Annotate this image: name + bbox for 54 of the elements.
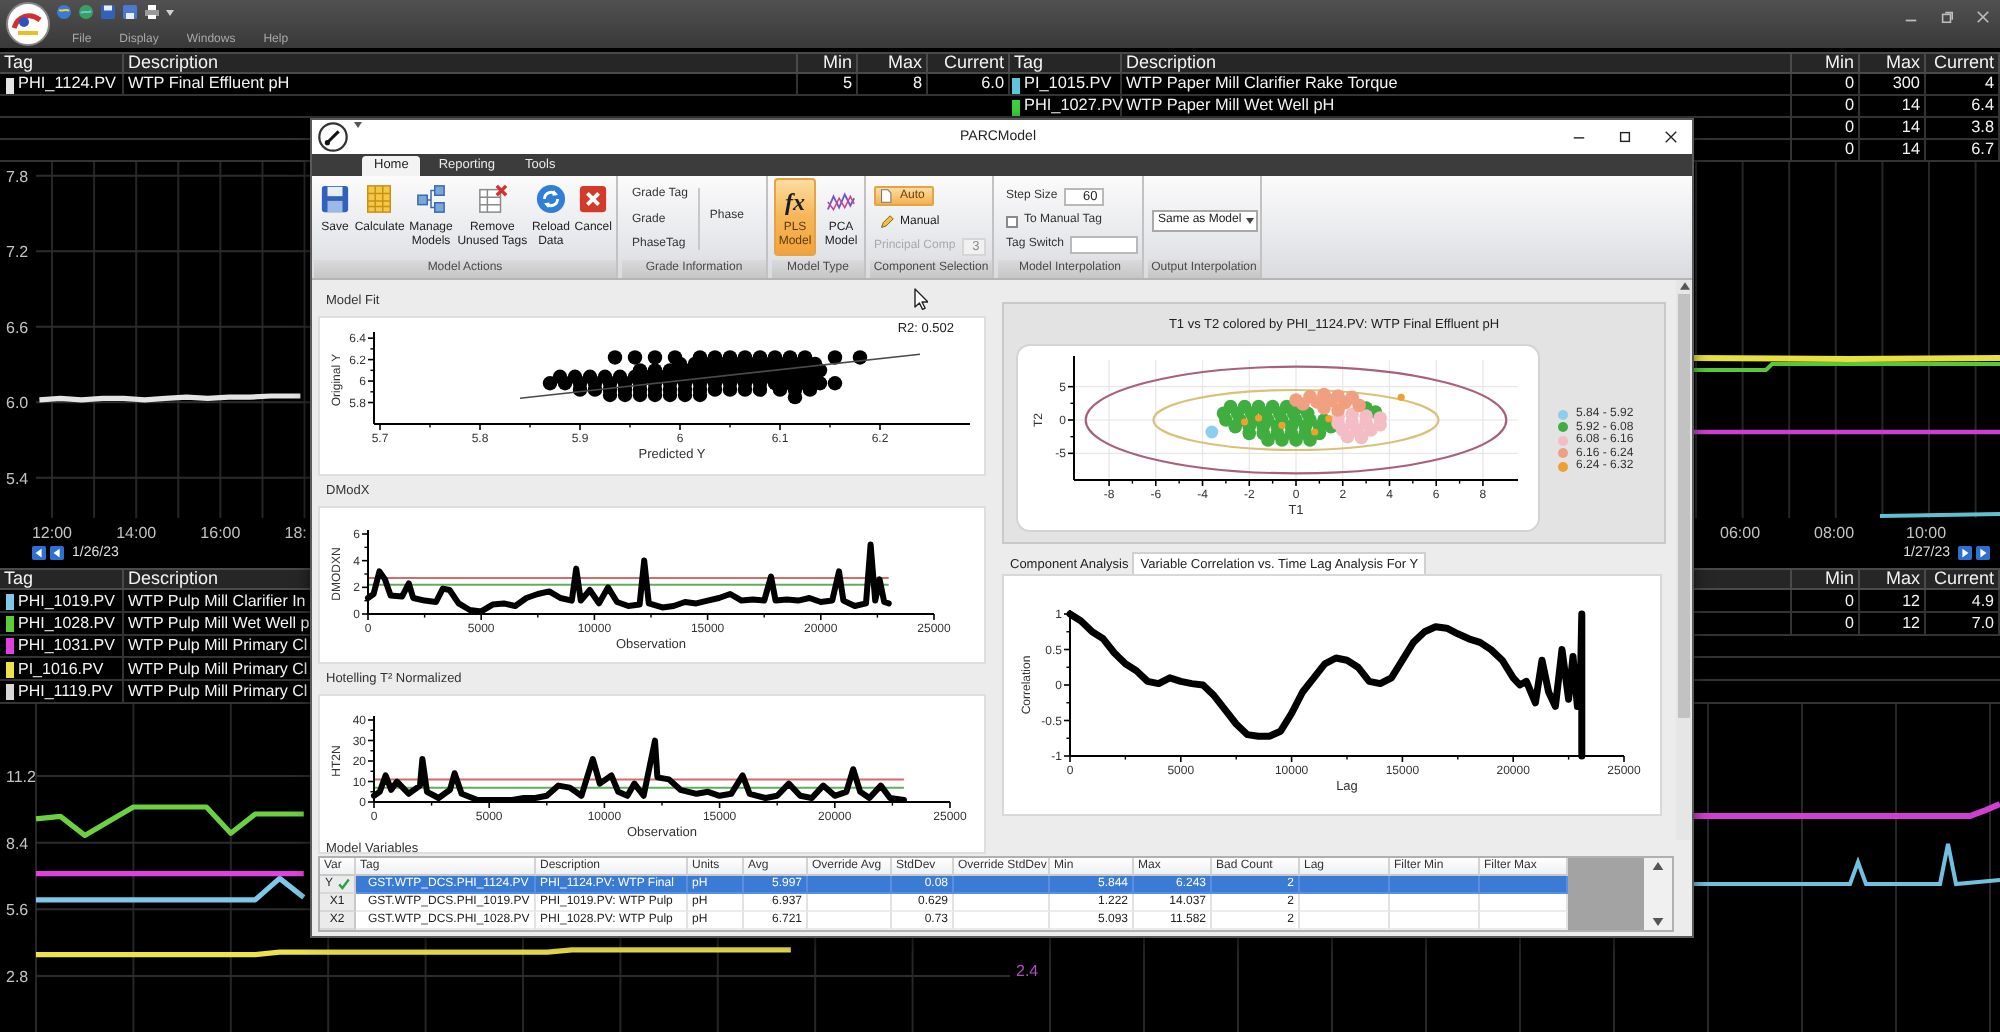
table-cell: PHI_1028.PV (18, 616, 115, 633)
table-cell: WTP Pulp Mill Wet Well p (128, 616, 310, 633)
tick-label: 2.8 (6, 968, 29, 986)
table-cell: 0 (1844, 142, 1854, 160)
table-cell: 300 (1892, 76, 1920, 94)
tick-label: 7.8 (6, 167, 29, 186)
table-cell: 6.4 (1971, 98, 1994, 116)
tick-label: 14:00 (116, 524, 157, 542)
table-cell: PI_1016.PV (18, 661, 104, 678)
table-cell: PHI_1031.PV (18, 638, 115, 655)
tick-label: 6.0 (6, 394, 29, 413)
tick-label: 12:00 (32, 524, 73, 542)
tick-label: 11.2 (6, 767, 36, 786)
table-cell: WTP Paper Mill Clarifier Rake Torque (1126, 76, 1398, 94)
table-cell: WTP Final Effluent pH (128, 76, 290, 94)
table-cell: PHI_1119.PV (18, 684, 113, 701)
table-cell: 0 (1844, 76, 1854, 94)
table-cell: 6.0 (981, 76, 1004, 94)
table-cell: 0 (1844, 98, 1854, 116)
table-cell: 3.8 (1971, 120, 1994, 138)
tick-label: 5.4 (6, 469, 29, 488)
tick-label: 16:00 (200, 524, 241, 542)
table-cell: 4 (1984, 76, 1994, 94)
table-cell: 4.9 (1971, 593, 1994, 610)
table-cell: WTP Pulp Mill Primary Cl (128, 661, 308, 678)
table-cell: 7.0 (1971, 616, 1994, 633)
table-cell: 0 (1844, 120, 1854, 138)
tick-label: 5.6 (6, 901, 29, 920)
table-cell: 8 (912, 76, 922, 94)
tick-label: 6.6 (6, 318, 29, 337)
tick-label: 8.4 (6, 834, 29, 853)
table-cell: 14 (1901, 142, 1920, 160)
table-cell: 14 (1901, 120, 1920, 138)
table-cell: PHI_1019.PV (18, 593, 115, 610)
tick-label: 7.2 (6, 243, 29, 262)
table-cell: WTP Paper Mill Wet Well pH (1126, 98, 1335, 116)
table-cell: PHI_1027.PV (1024, 98, 1124, 116)
table-cell: WTP Pulp Mill Primary Cl (128, 638, 308, 655)
table-cell: WTP Pulp Mill Primary Cl (128, 684, 308, 701)
table-cell: 12 (1902, 593, 1920, 610)
table-cell: PI_1015.PV (1024, 76, 1112, 94)
tick-label: 2.4 (1016, 962, 1039, 980)
table-cell: 0 (1845, 616, 1854, 633)
table-cell: 0 (1845, 593, 1854, 610)
table-cell: 12 (1902, 616, 1920, 633)
table-cell: 14 (1901, 98, 1920, 116)
tick-label: 08:00 (1814, 524, 1855, 542)
tick-label: 06:00 (1720, 524, 1761, 542)
tick-label: 10:00 (1906, 524, 1947, 542)
table-cell: 5 (842, 76, 852, 94)
tick-label: 18: (284, 524, 307, 542)
table-cell: PHI_1124.PV (18, 76, 117, 94)
table-cell: WTP Pulp Mill Clarifier In (128, 593, 306, 610)
table-cell: 6.7 (1971, 142, 1994, 160)
